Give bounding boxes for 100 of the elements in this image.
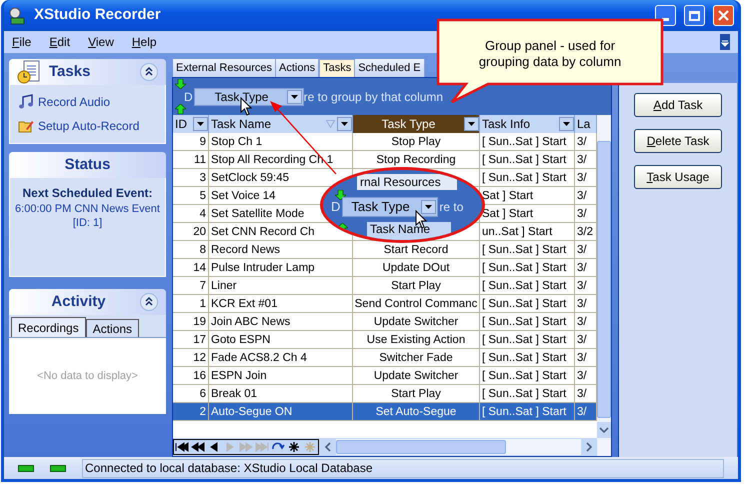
table-cell: Update Switcher	[374, 314, 458, 328]
table-cell: [ Sun..Sat ] Start	[482, 242, 566, 256]
horizontal-scrollbar[interactable]	[320, 439, 597, 455]
table-row[interactable]: 8 Record News Start Record [ Sun..Sat ] Start 3/	[173, 241, 597, 259]
table-cell: Use Existing Action	[366, 332, 466, 346]
down-arrow-icon	[335, 190, 346, 200]
table-row[interactable]: 2 Auto-Segue ON Set Auto-Segue [ Sun..Sat ] Start 3/	[173, 403, 597, 421]
dropdown-icon[interactable]	[337, 117, 352, 131]
collapse-icon[interactable]	[140, 293, 158, 311]
column-chip[interactable]: Task Type	[194, 88, 304, 106]
table-cell: 12	[193, 350, 206, 364]
menu-item[interactable]: Edit	[49, 33, 70, 51]
panel-title: Activity	[50, 292, 107, 312]
menu-dropdown-icon[interactable]	[720, 34, 730, 50]
dropdown-icon[interactable]	[193, 117, 208, 131]
folder-pencil-icon	[18, 118, 34, 134]
rewind-icon[interactable]	[190, 440, 206, 454]
table-cell: 3/2	[577, 224, 593, 238]
menu-item[interactable]: File	[12, 33, 32, 51]
collapse-icon[interactable]	[140, 63, 158, 81]
table-row[interactable]: 12 Fade ACS8.2 Ch 4 Switcher Fade [ Sun..Sat ] Start 3/	[173, 349, 597, 367]
table-cell: 3/	[577, 332, 587, 346]
action-button[interactable]: Add Task	[634, 93, 722, 117]
app-icon	[8, 6, 26, 24]
table-cell: Set Satellite Mode	[211, 206, 304, 220]
table-cell: Update DOut	[382, 260, 450, 274]
table-cell: Stop Play	[391, 134, 441, 148]
table-cell: 3/	[577, 386, 587, 400]
table-cell: [ Sun..Sat ] Start	[482, 404, 566, 418]
table-cell: [ Sun..Sat ] Start	[482, 350, 566, 364]
table-cell: Break 01	[211, 386, 258, 400]
table-cell: Set Auto-Segue	[376, 404, 456, 418]
window-title: XStudio Recorder	[34, 5, 162, 26]
scroll-down-icon[interactable]	[597, 422, 611, 438]
vertical-scrollbar[interactable]	[597, 115, 611, 456]
dropdown-icon[interactable]	[464, 117, 479, 131]
table-row[interactable]: 17 Goto ESPN Use Existing Action [ Sun..Sat ] Start 3/	[173, 331, 597, 349]
table-cell: 3/	[577, 368, 587, 382]
action-button[interactable]: Task Usage	[634, 165, 722, 189]
table-row[interactable]: 16 ESPN Join Update Switcher [ Sun..Sat ] Start 3/	[173, 367, 597, 385]
dropdown-icon[interactable]	[421, 200, 436, 214]
table-cell: 3/	[577, 206, 587, 220]
table-cell: Auto-Segue ON	[211, 404, 292, 418]
table-cell: Set Voice 14	[211, 188, 276, 202]
group-hint-start: D	[331, 198, 340, 216]
table-cell: [ Sun..Sat ] Start	[482, 170, 566, 184]
tab-fragment: rnal Resources	[360, 176, 441, 188]
table-cell: Record News	[211, 242, 280, 256]
table-cell: 4	[200, 206, 206, 220]
group-hint: re to group by that column	[304, 88, 444, 106]
table-cell: 3/	[577, 242, 587, 256]
table-cell: 3/	[577, 404, 587, 418]
table-row[interactable]: 19 Join ABC News Update Switcher [ Sun..Sat ] Start 3/	[173, 313, 597, 331]
table-row[interactable]: 6 Break 01 Start Play [ Sun..Sat ] Start 3/	[173, 385, 597, 403]
first-icon[interactable]	[174, 440, 190, 454]
scroll-left-icon[interactable]	[320, 439, 336, 455]
table-cell: [ Sun..Sat ] Start	[482, 386, 566, 400]
maximize-button[interactable]	[684, 5, 705, 26]
menu-item[interactable]: View	[88, 33, 114, 51]
dropdown-icon[interactable]	[559, 117, 574, 131]
dropdown-icon[interactable]	[286, 90, 302, 104]
task-link[interactable]: Record Audio	[38, 93, 110, 111]
tab[interactable]: Actions	[276, 59, 320, 77]
column-header[interactable]: Task Type	[353, 115, 480, 133]
table-cell: 11	[194, 152, 206, 166]
table-cell: un..Sat ] Start	[482, 224, 552, 238]
group-hint-start: D	[184, 88, 193, 106]
activity-tab[interactable]: Actions	[86, 319, 140, 337]
table-cell: Stop Recording	[376, 152, 456, 166]
tab[interactable]: Scheduled E	[355, 59, 425, 77]
table-cell: Send Control Commanc	[354, 296, 478, 310]
action-button[interactable]: Delete Task	[634, 129, 722, 153]
close-icon	[718, 10, 729, 21]
status-detail: 6:00:00 PM CNN News Event [ID: 1]	[14, 202, 161, 230]
down-arrow-icon	[175, 79, 186, 89]
panel-title: Tasks	[49, 62, 92, 82]
table-cell: 1	[200, 296, 206, 310]
table-row[interactable]: 1 KCR Ext #01 Send Control Commanc [ Sun..Sat ] Start 3/	[173, 295, 597, 313]
table-row[interactable]: 9 Stop Ch 1 Stop Play [ Sun..Sat ] Start 3/	[173, 133, 597, 151]
table-cell: 5	[200, 188, 206, 202]
table-row[interactable]: 14 Pulse Intruder Lamp Update DOut [ Sun..Sat ] Start 3/	[173, 259, 597, 277]
table-cell: Set CNN Record Ch	[211, 224, 315, 238]
table-cell: Liner	[211, 278, 237, 292]
table-cell: 3/	[577, 278, 587, 292]
tab[interactable]: External Resources	[173, 59, 276, 77]
table-cell: 7	[200, 278, 206, 292]
menu-item[interactable]: Help	[132, 33, 157, 51]
table-cell: Sat ] Start	[482, 188, 534, 202]
close-button[interactable]	[713, 5, 734, 26]
table-cell: [ Sun..Sat ] Start	[482, 314, 566, 328]
activity-tab[interactable]: Recordings	[11, 317, 86, 337]
task-link[interactable]: Setup Auto-Record	[38, 117, 140, 135]
table-cell: Switcher Fade	[379, 350, 453, 364]
scroll-right-icon[interactable]	[581, 439, 597, 455]
tab[interactable]: Tasks	[319, 59, 356, 77]
table-cell: [ Sun..Sat ] Start	[482, 134, 566, 148]
table-cell: 19	[193, 314, 206, 328]
table-row[interactable]: 7 Liner Start Play [ Sun..Sat ] Start 3/	[173, 277, 597, 295]
status-heading: Next Scheduled Event:	[21, 185, 154, 202]
asterisk-icon[interactable]	[286, 440, 302, 454]
